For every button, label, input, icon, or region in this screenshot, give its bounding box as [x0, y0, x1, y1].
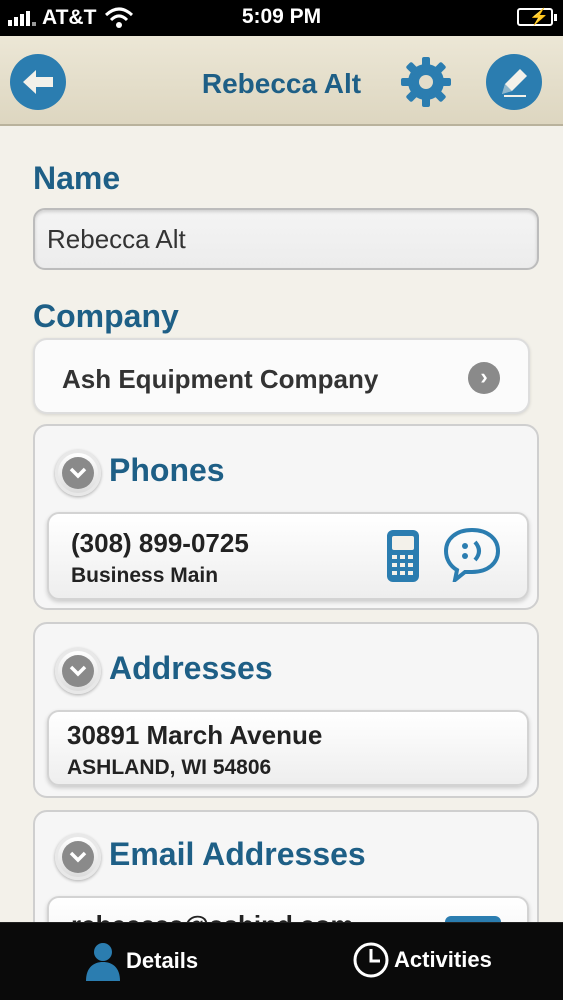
emails-title: Email Addresses: [109, 836, 366, 872]
tab-activities-label: Activities: [394, 947, 492, 972]
page-title: Rebecca Alt: [201, 68, 362, 99]
emails-collapse-button[interactable]: [55, 834, 101, 880]
status-bar: AT&T 5:09 PM ⚡: [0, 0, 563, 36]
tab-bar: Details Activities: [0, 922, 563, 1000]
emails-panel: Email Addresses rebeccaa@ashind.com: [33, 810, 539, 922]
contact-details: Name Rebecca Alt Company Ash Equipment C…: [0, 126, 563, 922]
status-time: 5:09 PM: [241, 5, 322, 28]
company-label: Company: [33, 298, 179, 334]
pencil-icon: [502, 69, 527, 97]
address-city: ASHLAND, WI 54806: [67, 756, 272, 779]
battery-icon: ⚡: [517, 8, 557, 26]
phones-collapse-button[interactable]: [55, 450, 101, 496]
company-name: Ash Equipment Company: [62, 364, 379, 394]
nav-bar: Rebecca Alt: [0, 36, 563, 126]
edit-button[interactable]: [486, 54, 542, 110]
mobile-phone-icon[interactable]: [385, 528, 421, 584]
chat-bubble-icon[interactable]: [443, 526, 501, 582]
chevron-down-icon: [69, 851, 87, 863]
address-street: 30891 March Avenue: [67, 720, 323, 750]
chevron-down-icon: [69, 665, 87, 677]
email-card[interactable]: rebeccaa@ashind.com: [47, 896, 529, 922]
addresses-collapse-button[interactable]: [55, 648, 101, 694]
addresses-title: Addresses: [109, 650, 273, 686]
phone-number: (308) 899-0725: [71, 528, 249, 558]
tab-details[interactable]: Details: [84, 941, 198, 981]
name-field[interactable]: Rebecca Alt: [33, 208, 539, 270]
tab-details-label: Details: [126, 948, 199, 973]
chevron-down-icon: [69, 467, 87, 479]
phones-panel: Phones (308) 899-0725 Business Main: [33, 424, 539, 610]
chevron-right-icon: ›: [468, 362, 500, 394]
email-address: rebeccaa@ashind.com: [71, 910, 354, 922]
phone-type: Business Main: [71, 564, 219, 587]
addresses-panel: Addresses 30891 March Avenue ASHLAND, WI…: [33, 622, 539, 798]
address-card[interactable]: 30891 March Avenue ASHLAND, WI 54806: [47, 710, 529, 786]
name-label: Name: [33, 160, 121, 196]
person-icon: [86, 943, 120, 981]
settings-button[interactable]: [398, 54, 454, 110]
phone-card[interactable]: (308) 899-0725 Business Main: [47, 512, 529, 600]
tab-activities[interactable]: Activities: [352, 941, 492, 979]
phones-title: Phones: [109, 452, 225, 488]
gear-icon: [401, 57, 451, 107]
company-row[interactable]: Ash Equipment Company ›: [33, 338, 530, 414]
clock-icon: [353, 942, 389, 978]
